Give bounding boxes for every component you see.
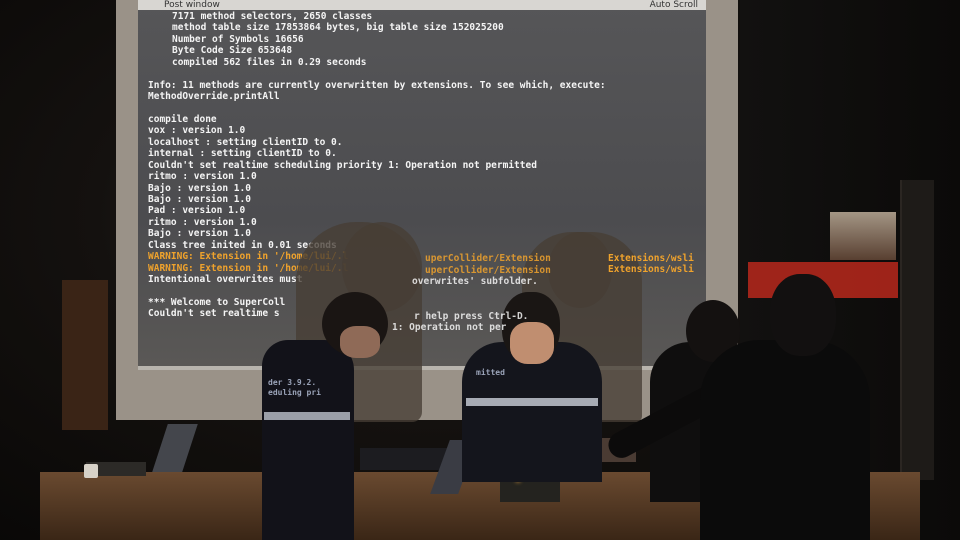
performer-1-face	[340, 326, 380, 358]
log-line: localhost : setting clientID to 0.	[148, 136, 343, 148]
jacket-stripe	[264, 412, 350, 420]
post-window-title: Post window	[164, 0, 220, 10]
door	[900, 180, 934, 480]
cup	[84, 464, 98, 478]
log-line: method table size 17853864 bytes, big ta…	[172, 22, 504, 34]
shadow-head-right	[548, 232, 612, 308]
occluded-log-fragment: uperCollider/Extension	[425, 253, 551, 264]
auto-scroll-toggle[interactable]: Auto Scroll	[650, 0, 698, 10]
occluded-warning-tail: Extensions/wsli Extensions/wsli	[608, 253, 694, 276]
log-line: vox : version 1.0	[148, 125, 246, 137]
occluded-log-fragment: 1: Operation not per	[392, 322, 507, 333]
performer-2-face	[510, 322, 554, 364]
log-line: Bajo : version 1.0	[148, 228, 251, 240]
lit-window	[830, 212, 896, 260]
performer-4-head	[770, 274, 836, 356]
log-line: Bajo : version 1.0	[148, 194, 251, 205]
log-line: ritmo : version 1.0	[148, 171, 257, 183]
occluded-log-fragment: overwrites' subfolder.	[412, 276, 538, 287]
log-line: compile done	[148, 113, 217, 125]
wooden-panel	[62, 280, 108, 430]
log-line: MethodOverride.printAll	[148, 91, 280, 103]
log-line: Pad : version 1.0	[148, 205, 246, 217]
warning-fragment: Extensions/wsli	[608, 264, 694, 276]
log-line: 7171 method selectors, 2650 classes	[172, 11, 373, 22]
performer-1-body	[262, 340, 354, 540]
occluded-log-fragment: r help press Ctrl-D.	[414, 311, 529, 322]
log-line: compiled 562 files in 0.29 seconds	[172, 56, 367, 68]
laptop-screen-text: eduling pri	[268, 388, 321, 397]
log-line: Info: 11 methods are currently overwritt…	[148, 79, 606, 91]
log-line: Bajo : version 1.0	[148, 182, 251, 194]
warning-fragment: Extensions/wsli	[608, 253, 694, 264]
performer-4-body	[700, 340, 870, 540]
log-line: Byte Code Size 653648	[172, 45, 293, 57]
log-line: internal : setting clientID to 0.	[148, 148, 337, 160]
log-line: Number of Symbols 16656	[172, 33, 304, 45]
laptop-screen-text: der 3.9.2.	[268, 378, 317, 387]
log-line: Couldn't set realtime scheduling priorit…	[148, 159, 537, 171]
laptop-screen-text: mitted	[476, 368, 505, 377]
occluded-log-fragment: uperCollider/Extension	[425, 265, 551, 276]
post-window-titlebar: Post window Auto Scroll	[138, 0, 706, 10]
jacket-stripe	[466, 398, 598, 406]
log-line: ritmo : version 1.0	[148, 216, 257, 228]
